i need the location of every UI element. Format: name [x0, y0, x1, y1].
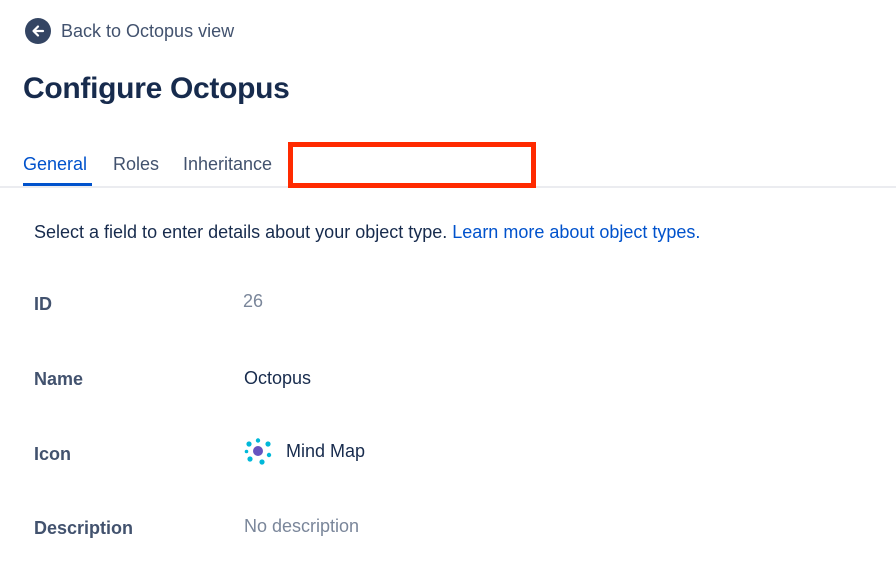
description-label: Description [34, 518, 134, 538]
learn-more-link[interactable]: Learn more about object types. [452, 222, 700, 242]
active-tab-indicator [23, 183, 92, 186]
tab-bar: General Roles Inheritance [0, 140, 896, 188]
name-label: Name [34, 369, 84, 389]
arrow-left-icon [25, 18, 51, 44]
id-value: 26 [243, 291, 264, 311]
intro-text: Select a field to enter details about yo… [34, 220, 700, 244]
back-link-label: Back to Octopus view [61, 21, 235, 41]
icon-field-value[interactable]: Mind Map [244, 437, 365, 465]
configure-object-type-page: Back to Octopus view Configure Octopus G… [0, 0, 896, 576]
tab-redacted[interactable] [288, 142, 536, 188]
icon-label: Icon [34, 444, 72, 464]
id-label: ID [34, 294, 52, 314]
tab-roles[interactable]: Roles [113, 153, 159, 175]
tab-inheritance[interactable]: Inheritance [183, 153, 272, 175]
mind-map-icon [244, 438, 272, 465]
back-to-view-link[interactable]: Back to Octopus view [25, 18, 234, 44]
tab-general[interactable]: General [23, 153, 87, 175]
name-value[interactable]: Octopus [244, 368, 311, 389]
intro-description: Select a field to enter details about yo… [34, 222, 448, 242]
page-title: Configure Octopus [23, 72, 290, 105]
icon-value-label: Mind Map [286, 440, 366, 461]
description-value[interactable]: No description [244, 516, 359, 537]
